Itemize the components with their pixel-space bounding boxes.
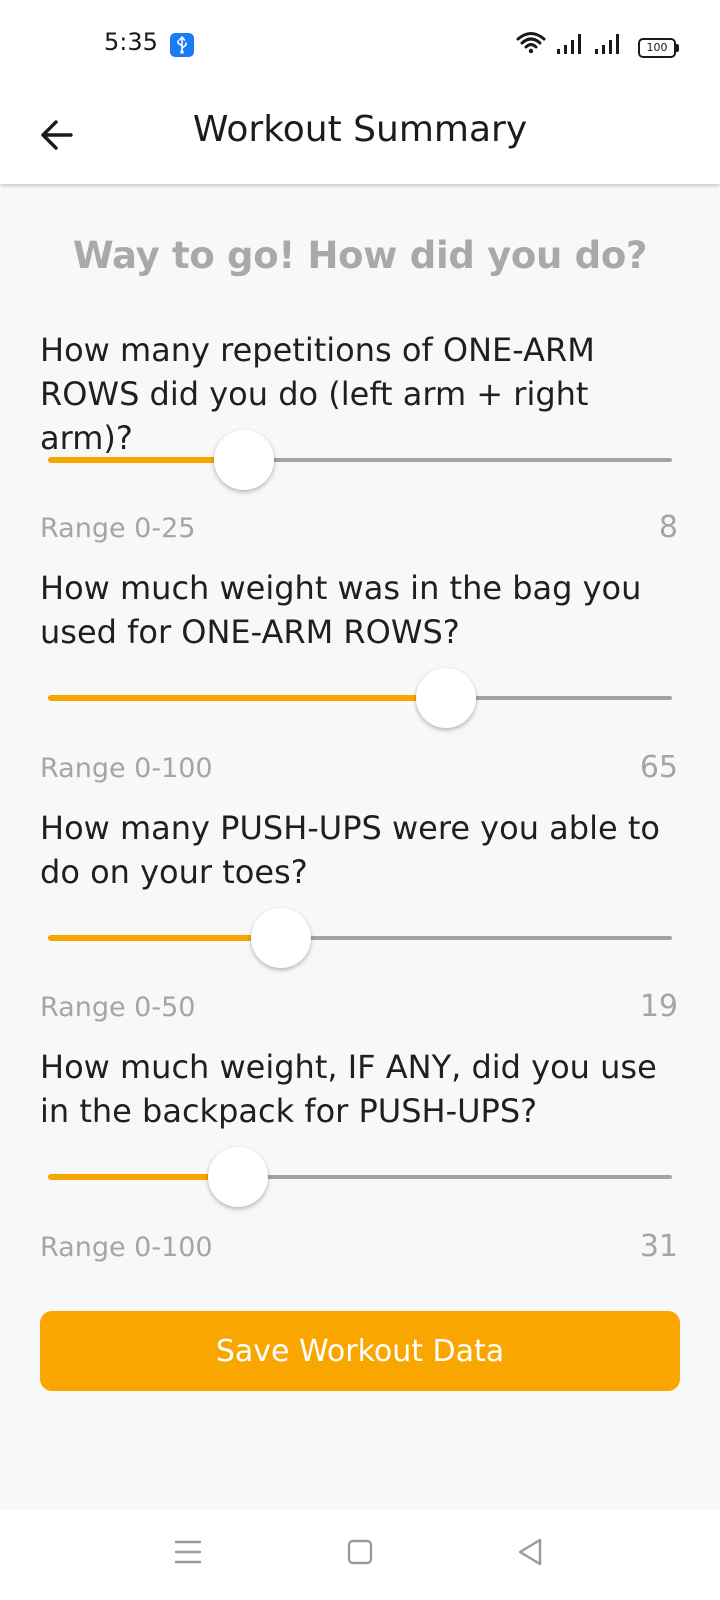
slider-one-arm-rows-weight[interactable] [48,668,672,728]
range-label: Range 0-50 [40,992,196,1023]
question-push-ups-count: How many PUSH-UPS were you able to do on… [40,809,660,891]
battery-icon: 100 [638,38,679,58]
usb-icon [170,33,194,57]
page-title: Workout Summary [192,109,528,150]
arrow-left-icon [39,117,75,157]
back-triangle-icon [516,1537,544,1571]
congrats-heading: Way to go! How did you do? [72,234,648,277]
range-label: Range 0-100 [40,753,213,784]
back-nav-button[interactable] [508,1532,552,1576]
slider-thumb[interactable] [208,1147,268,1207]
range-label: Range 0-100 [40,1232,213,1263]
range-value: 65 [639,750,678,785]
slider-fill [48,695,446,701]
slider-thumb[interactable] [251,908,311,968]
range-value: 31 [639,1229,678,1264]
workout-summary-form: Way to go! How did you do? How many repe… [0,184,720,1510]
range-value: 8 [658,510,678,545]
status-time: 5:35 [104,28,158,56]
app-bar: Workout Summary [0,92,720,184]
save-workout-button[interactable]: Save Workout Data [40,1311,680,1391]
menu-icon [174,1539,202,1569]
signal-icon [556,32,584,58]
menu-nav-button[interactable] [166,1532,210,1576]
range-value: 19 [639,989,678,1024]
slider-thumb[interactable] [214,430,274,490]
system-nav-bar [0,1510,720,1600]
question-one-arm-rows-weight: How much weight was in the bag you used … [40,569,642,651]
signal-icon-2 [594,32,622,58]
question-push-ups-weight: How much weight, IF ANY, did you use in … [40,1048,657,1130]
home-nav-button[interactable] [338,1532,382,1576]
slider-one-arm-rows-reps[interactable] [48,430,672,490]
slider-push-ups-weight[interactable] [48,1147,672,1207]
back-button[interactable] [28,108,86,166]
slider-fill [48,935,281,941]
slider-push-ups-count[interactable] [48,908,672,968]
range-label: Range 0-25 [40,513,196,544]
status-icons: 100 [516,30,679,58]
home-square-icon [346,1538,374,1570]
status-bar: 5:35 100 [0,0,720,92]
wifi-icon [516,30,546,58]
slider-thumb[interactable] [416,668,476,728]
